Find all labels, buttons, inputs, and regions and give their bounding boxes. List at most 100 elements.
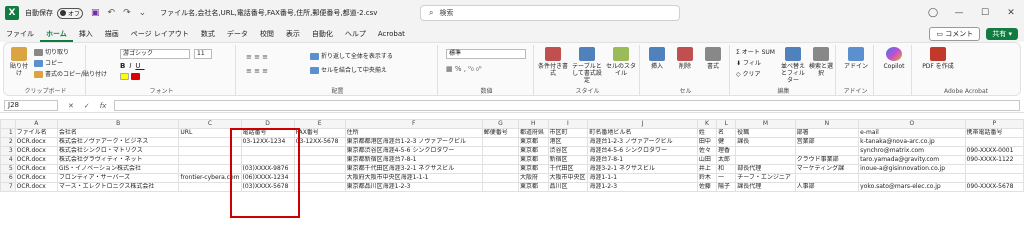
cell[interactable]: 090-XXXX-0001 [964,146,1024,156]
merge-center-button[interactable]: セルを結合して中央揃え [310,65,387,74]
name-box[interactable]: J28 [4,100,58,111]
clear-button[interactable]: ◇ クリア [736,69,761,78]
bold-icon[interactable]: B [120,62,129,70]
fill-color-button[interactable] [120,73,142,80]
cell[interactable]: 東京都 [518,182,549,192]
cell[interactable]: 役職 [735,128,796,138]
cell[interactable]: OCR.docx [14,155,58,165]
autosum-button[interactable]: Σ オート SUM [736,47,775,56]
cell[interactable]: taro.yamada@gravity.com [858,155,966,165]
cell[interactable]: 名 [716,128,737,138]
column-header[interactable]: E [293,119,346,129]
minimize-icon[interactable]: — [946,8,972,18]
cell[interactable]: OCR.docx [14,173,58,183]
row-header[interactable]: 5 [0,164,16,174]
column-header[interactable]: F [344,119,483,129]
cell[interactable]: 課長 [735,137,796,147]
insert-cells-button[interactable]: 挿入 [644,47,670,70]
fill-button[interactable]: ⬇ フィル [736,58,761,67]
font-size-select[interactable]: 11 [194,49,212,59]
cell[interactable]: 新宿区 [547,155,589,165]
cell[interactable]: 東京都 [518,137,549,147]
column-header[interactable]: N [794,119,860,129]
tab-home[interactable]: ホーム [40,26,73,42]
row-header[interactable]: 2 [0,137,16,147]
cell[interactable]: 太郎 [716,155,737,165]
row-header[interactable]: 3 [0,146,16,156]
cell[interactable]: 海涯台4-5-6 シンクロタワー [587,146,698,156]
cell[interactable] [481,137,520,147]
tab-file[interactable]: ファイル [0,26,40,42]
cell[interactable]: 株式会社シンクロ・マトリクス [56,146,180,156]
cell[interactable]: 海涯台7-8-1 [587,155,698,165]
tab-view[interactable]: 表示 [280,26,306,42]
column-header[interactable]: A [14,119,58,129]
row-header[interactable]: 7 [0,182,16,192]
column-header[interactable]: B [56,119,180,129]
row-header[interactable]: 4 [0,155,16,165]
cell[interactable]: 営業部 [794,137,860,147]
cell[interactable] [964,137,1024,147]
tab-acrobat[interactable]: Acrobat [372,26,411,42]
cell[interactable] [964,164,1024,174]
cell[interactable]: 海涯3-2-1 ネクサスビル [587,164,698,174]
comment-button[interactable]: ▭ コメント [929,27,981,41]
cell[interactable]: 03-12XX-5678 [293,137,346,147]
cell[interactable] [481,164,520,174]
paste-button[interactable]: 貼り付け [8,47,30,77]
cell[interactable]: 陽子 [716,182,737,192]
redo-icon[interactable]: ↷ [123,8,131,18]
cell[interactable]: 町名番地ビル名 [587,128,698,138]
cell[interactable]: 株式会社ノヴァアーク・ビジネス [56,137,180,147]
cell[interactable] [481,146,520,156]
wrap-text-button[interactable]: 折り返して全体を表示する [310,51,393,60]
column-header[interactable]: P [964,119,1024,129]
cell[interactable]: 大阪市中央区 [547,173,589,183]
customize-icon[interactable]: ⌄ [139,8,147,18]
tab-help[interactable]: ヘルプ [339,26,372,42]
cell[interactable]: 東京都新宿区海涯台7-8-1 [344,155,483,165]
cell[interactable]: 郵便番号 [481,128,520,138]
cell[interactable]: マース・エレクトロニクス株式会社 [56,182,180,192]
cell[interactable] [293,155,346,165]
undo-icon[interactable]: ↶ [108,8,116,18]
tab-formulas[interactable]: 数式 [195,26,221,42]
cell[interactable]: 品川区 [547,182,589,192]
cell[interactable]: 課長代理 [735,182,796,192]
cell[interactable]: 海涯1-1-1 [587,173,698,183]
cell[interactable]: 090-XXXX-5678 [964,182,1024,192]
cancel-icon[interactable]: ✕ [68,102,74,110]
cell[interactable]: 田中 [696,137,718,147]
column-header[interactable]: K [696,119,718,129]
cell[interactable]: OCR.docx [14,182,58,192]
cell[interactable]: 姓 [696,128,718,138]
cell[interactable]: 海涯台1-2-3 ノヴァアークビル [587,137,698,147]
cell[interactable]: 会社名 [56,128,180,138]
font-name-select[interactable]: 游ゴシック [120,49,190,59]
number-format-icons[interactable]: ▦ % , ⁰₀ ₀⁰ [446,65,482,73]
search-box[interactable]: ⌕ 検索 [420,5,680,21]
number-format-select[interactable]: 標準 [446,49,526,59]
align-horizontal-icons[interactable]: ≡ ≡ ≡ [246,67,268,75]
conditional-format-button[interactable]: 条件付き書式 [538,47,568,77]
cell[interactable]: 090-XXXX-1122 [964,155,1024,165]
cell[interactable]: GIS・イノベーション株式会社 [56,164,180,174]
cell[interactable]: 東京都 [518,146,549,156]
cell[interactable]: 部署 [794,128,860,138]
column-header[interactable]: G [481,119,520,129]
maximize-icon[interactable]: ☐ [972,8,998,18]
cell[interactable] [735,155,796,165]
cell[interactable]: 佐々 [696,146,718,156]
column-header[interactable]: M [735,119,796,129]
cell-styles-button[interactable]: セルのスタイル [606,47,636,77]
cell[interactable]: synchro@matrix.com [858,146,966,156]
cell[interactable]: 渋谷区 [547,146,589,156]
tab-draw[interactable]: 描画 [99,26,125,42]
cell[interactable]: 大阪府 [518,173,549,183]
row-header[interactable]: 6 [0,173,16,183]
share-button[interactable]: 共有 ▾ [986,28,1018,40]
cell[interactable]: 東京都渋谷区海涯4-5-6 シンクロタワー [344,146,483,156]
tab-insert[interactable]: 挿入 [73,26,99,42]
cell[interactable]: inoue-a@gisinnovation.co.jp [858,164,966,174]
cell[interactable]: OCR.docx [14,146,58,156]
